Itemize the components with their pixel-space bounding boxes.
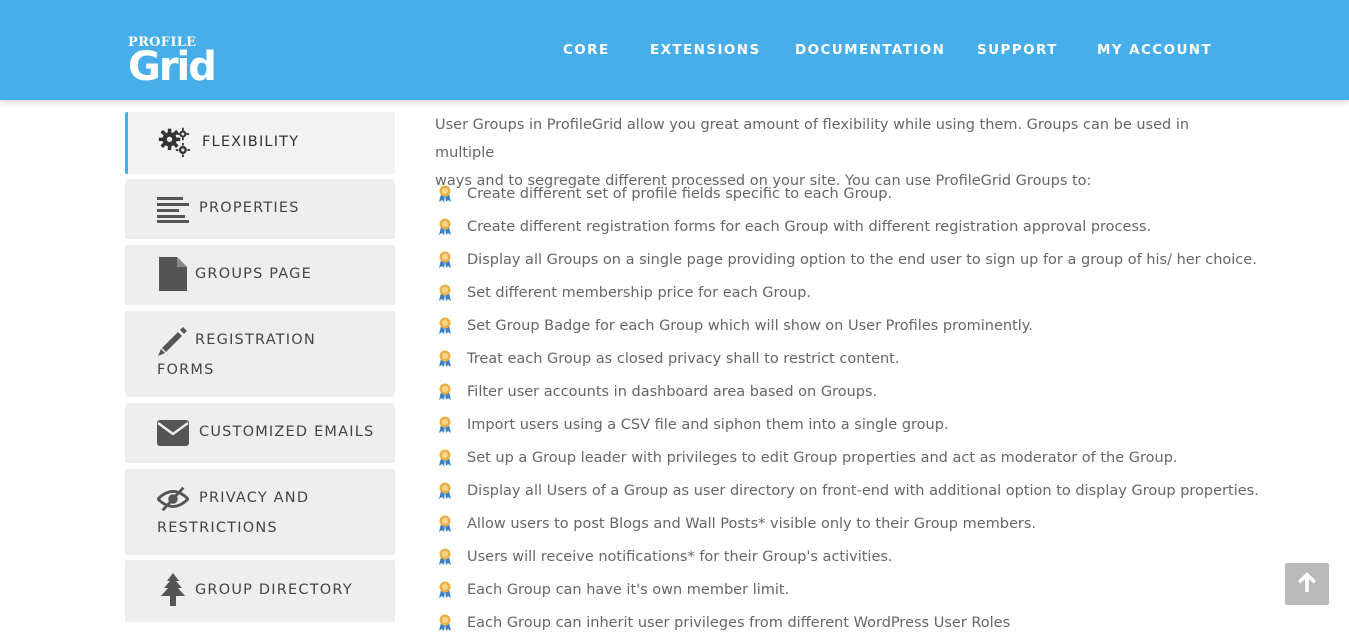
feature-text: Filter user accounts in dashboard area b… [467, 384, 878, 400]
award-medal-icon [437, 449, 453, 467]
align-left-icon [157, 193, 189, 225]
feature-text: Set up a Group leader with privileges to… [467, 450, 1178, 466]
envelope-icon [157, 417, 189, 449]
sidebar-item-registration-forms[interactable]: REGISTRATION FORMS [125, 311, 395, 397]
feature-text: Set different membership price for each … [467, 285, 812, 301]
feature-list-item: Display all Groups on a single page prov… [435, 246, 1257, 274]
feature-list-item: Create different set of profile fields s… [435, 180, 1255, 208]
feature-list-item: Treat each Group as closed privacy shall… [435, 345, 1255, 373]
feature-list-item: Create different registration forms for … [435, 213, 1255, 241]
gears-icon [158, 126, 190, 158]
feature-content: User Groups in ProfileGrid allow you gre… [435, 111, 1259, 631]
back-to-top-button[interactable] [1285, 563, 1329, 605]
pencil-icon [157, 325, 189, 357]
feature-list-item: Each Group can inherit user privileges f… [435, 609, 1255, 637]
award-medal-icon [437, 185, 453, 203]
sidebar-item-label: GROUPS PAGE [195, 266, 312, 282]
award-medal-icon [437, 515, 453, 533]
award-medal-icon [437, 350, 453, 368]
nav-my-account[interactable]: MY ACCOUNT [1097, 42, 1212, 58]
logo-main-text: Grid [128, 44, 217, 90]
award-medal-icon [437, 284, 453, 302]
sidebar-item-group-directory[interactable]: GROUP DIRECTORY [125, 560, 395, 622]
feature-text: Import users using a CSV file and siphon… [467, 417, 949, 433]
sidebar-item-privacy-restrictions[interactable]: PRIVACY AND RESTRICTIONS [125, 469, 395, 555]
feature-text: Create different registration forms for … [467, 219, 1152, 235]
award-medal-icon [437, 416, 453, 434]
profilegrid-logo[interactable]: PROFILE Grid [128, 36, 224, 90]
intro-line-1: User Groups in ProfileGrid allow you gre… [435, 117, 1190, 161]
sidebar-item-label-line1: REGISTRATION [195, 332, 316, 348]
sidebar-item-label: GROUP DIRECTORY [195, 582, 353, 598]
feature-text: Display all Groups on a single page prov… [467, 252, 1257, 268]
feature-text: Each Group can inherit user privileges f… [467, 615, 1011, 631]
sidebar-item-label: PROPERTIES [199, 200, 300, 216]
feature-list-item: Set different membership price for each … [435, 279, 1255, 307]
feature-text: Allow users to post Blogs and Wall Posts… [467, 516, 1036, 532]
feature-list-item: Display all Users of a Group as user dir… [435, 477, 1259, 505]
award-medal-icon [437, 218, 453, 236]
nav-support[interactable]: SUPPORT [977, 42, 1058, 58]
sidebar-item-properties[interactable]: PROPERTIES [125, 179, 395, 239]
feature-list-item: Filter user accounts in dashboard area b… [435, 378, 1255, 406]
nav-core[interactable]: CORE [563, 42, 610, 58]
file-icon [157, 257, 189, 291]
sidebar-item-groups-page[interactable]: GROUPS PAGE [125, 245, 395, 305]
feature-list-item: Users will receive notifications* for th… [435, 543, 1255, 571]
feature-list-item: Each Group can have it's own member limi… [435, 576, 1255, 604]
award-medal-icon [437, 317, 453, 335]
site-header: PROFILE Grid CORE EXTENSIONS DOCUMENTATI… [0, 0, 1349, 100]
sidebar-item-customized-emails[interactable]: CUSTOMIZED EMAILS [125, 403, 395, 463]
award-medal-icon [437, 614, 453, 632]
award-medal-icon [437, 581, 453, 599]
award-medal-icon [437, 251, 453, 269]
sidebar-item-label-line2: RESTRICTIONS [157, 520, 278, 536]
feature-list-item: Set Group Badge for each Group which wil… [435, 312, 1255, 340]
feature-list-item: Import users using a CSV file and siphon… [435, 411, 1255, 439]
feature-text: Display all Users of a Group as user dir… [467, 483, 1259, 499]
sidebar-item-label: CUSTOMIZED EMAILS [199, 424, 375, 440]
feature-list-item: Allow users to post Blogs and Wall Posts… [435, 510, 1255, 538]
eye-slash-icon [157, 483, 189, 515]
feature-text: Each Group can have it's own member limi… [467, 582, 790, 598]
nav-extensions[interactable]: EXTENSIONS [650, 42, 761, 58]
award-medal-icon [437, 383, 453, 401]
tree-icon [157, 573, 189, 606]
arrow-up-icon [1297, 571, 1317, 597]
sidebar-item-label-line1: PRIVACY AND [199, 490, 310, 506]
feature-text: Treat each Group as closed privacy shall… [467, 351, 900, 367]
award-medal-icon [437, 482, 453, 500]
feature-text: Users will receive notifications* for th… [467, 549, 893, 565]
sidebar-item-label-line2: FORMS [157, 362, 215, 378]
feature-text: Create different set of profile fields s… [467, 186, 893, 202]
award-medal-icon [437, 548, 453, 566]
sidebar-item-label: FLEXIBILITY [202, 134, 300, 150]
nav-documentation[interactable]: DOCUMENTATION [795, 42, 945, 58]
sidebar-item-flexibility[interactable]: FLEXIBILITY [125, 112, 395, 174]
feature-text: Set Group Badge for each Group which wil… [467, 318, 1033, 334]
feature-list-item: Set up a Group leader with privileges to… [435, 444, 1255, 472]
